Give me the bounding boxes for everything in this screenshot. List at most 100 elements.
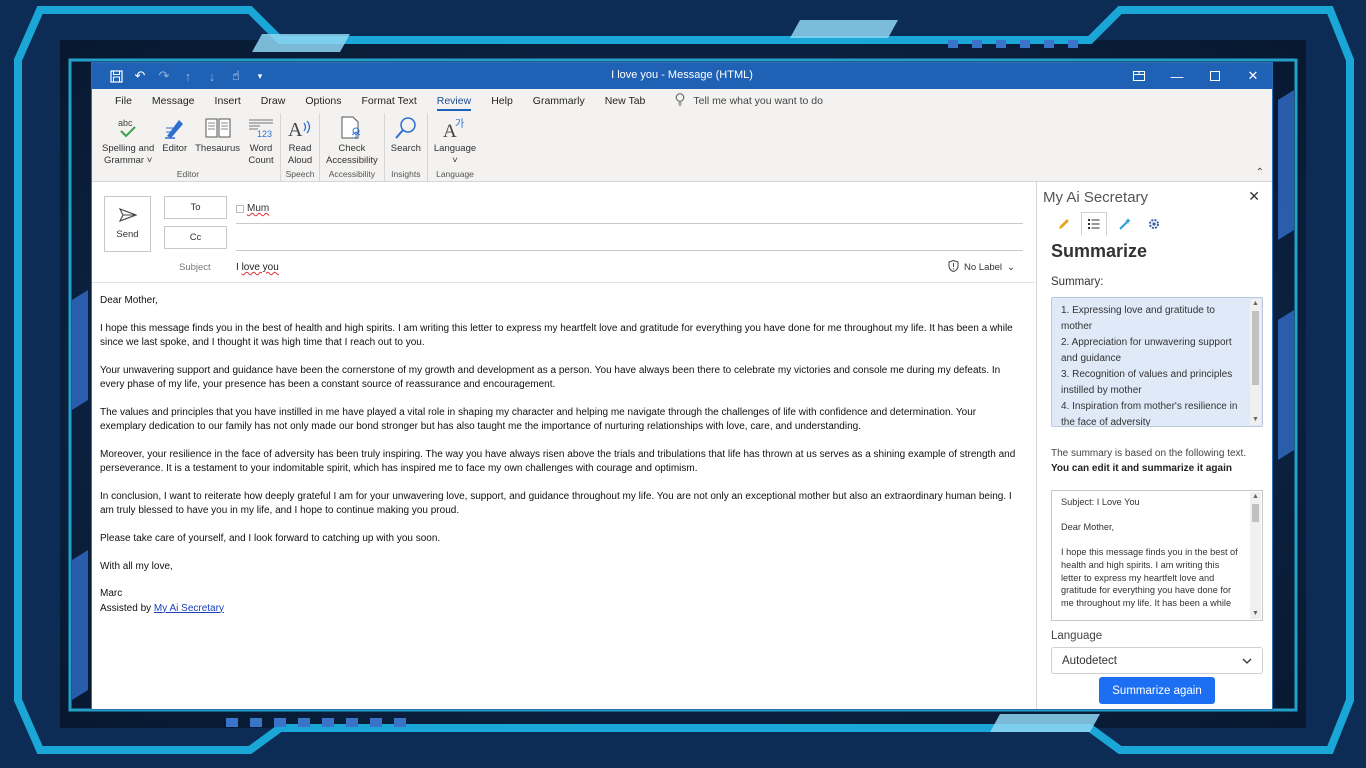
scroll-down-icon[interactable]: ▼ [1250, 609, 1261, 619]
tab-grammarly[interactable]: Grammarly [523, 89, 595, 113]
lightbulb-icon [675, 93, 685, 109]
ribbon-group-insights: Search Insights [385, 113, 428, 181]
ribbon-group-language: A가 Language ˅ Language [428, 113, 482, 181]
tab-options[interactable]: Options [295, 89, 351, 113]
spelling-grammar-button[interactable]: abc Spelling and Grammar ˅ [98, 113, 158, 168]
pane-close-icon[interactable]: ✕ [1248, 188, 1260, 205]
list-icon[interactable] [1081, 212, 1107, 236]
svg-text:가: 가 [455, 118, 464, 130]
tab-message[interactable]: Message [142, 89, 205, 113]
sensitivity-label-dropdown[interactable]: No Label ⌄ [948, 259, 1015, 275]
down-arrow-icon[interactable]: ↓ [202, 66, 222, 86]
search-icon [393, 115, 419, 141]
search-button[interactable]: Search [387, 113, 425, 168]
undo-icon[interactable]: ↶ [130, 66, 150, 86]
quick-access-toolbar: ↶ ↷ ↑ ↓ ☝ ▾ [92, 63, 270, 89]
summary-note: The summary is based on the following te… [1051, 447, 1263, 476]
assisted-by-text: Assisted by [100, 602, 154, 614]
language-select[interactable]: Autodetect [1051, 647, 1263, 674]
summary-textarea[interactable]: 1. Expressing love and gratitude to moth… [1051, 297, 1263, 427]
scroll-thumb[interactable] [1252, 311, 1259, 385]
touch-mode-icon[interactable]: ☝ [226, 66, 246, 86]
subject-label: Subject [179, 262, 211, 273]
send-button[interactable]: Send [104, 196, 151, 252]
summary-label: Summary: [1051, 276, 1104, 288]
ribbon-group-label-editor: Editor [176, 169, 200, 179]
tell-me-box[interactable]: Tell me what you want to do [675, 93, 823, 109]
word-count-icon: 123 [248, 115, 274, 141]
maximize-icon[interactable] [1196, 63, 1234, 89]
ribbon-group-accessibility: Check Accessibility Accessibility [320, 113, 385, 181]
ribbon-group-label-speech: Speech [285, 169, 315, 179]
source-text-textarea[interactable]: Subject: I Love You Dear Mother, I hope … [1051, 490, 1263, 621]
settings-gear-icon[interactable] [1141, 212, 1167, 236]
check-accessibility-icon [339, 115, 365, 141]
scroll-up-icon[interactable]: ▲ [1250, 492, 1261, 502]
up-arrow-icon[interactable]: ↑ [178, 66, 198, 86]
recipient-checkbox [236, 204, 244, 213]
check-accessibility-button[interactable]: Check Accessibility [322, 113, 382, 168]
tab-new-tab[interactable]: New Tab [595, 89, 656, 113]
note-text: The summary is based on the following te… [1051, 448, 1247, 459]
tab-format-text[interactable]: Format Text [352, 89, 427, 113]
ribbon-group-speech: A Read Aloud Speech [281, 113, 321, 181]
save-icon[interactable] [106, 66, 126, 86]
ribbon-display-icon[interactable] [1120, 63, 1158, 89]
body-signature: Marc [100, 588, 123, 600]
send-icon [118, 207, 138, 225]
summarize-again-button[interactable]: Summarize again [1099, 677, 1215, 704]
magic-wand-icon[interactable] [1111, 212, 1137, 236]
to-button[interactable]: To [164, 196, 227, 219]
message-body[interactable]: Dear Mother, I hope this message finds y… [100, 294, 1021, 616]
body-paragraph-4: Moreover, your resilience in the face of… [100, 448, 1016, 474]
tab-draw[interactable]: Draw [251, 89, 296, 113]
cc-button[interactable]: Cc [164, 226, 227, 249]
redo-icon[interactable]: ↷ [154, 66, 174, 86]
subject-field[interactable]: I love you [236, 262, 279, 273]
editor-button[interactable]: Editor [158, 113, 191, 168]
language-label: Language [433, 143, 477, 154]
collapse-ribbon-icon[interactable]: ⌃ [1256, 167, 1264, 178]
summary-scrollbar[interactable]: ▲ ▼ [1250, 299, 1261, 425]
pane-heading: Summarize [1051, 241, 1148, 261]
tab-help[interactable]: Help [481, 89, 523, 113]
body-paragraph-1: I hope this message finds you in the bes… [100, 322, 1013, 348]
body-paragraph-5: In conclusion, I want to reiterate how d… [100, 490, 1012, 516]
customize-qat-icon[interactable]: ▾ [250, 66, 270, 86]
body-paragraph-2: Your unwavering support and guidance hav… [100, 364, 1001, 390]
tab-insert[interactable]: Insert [205, 89, 251, 113]
pencil-icon[interactable] [1051, 212, 1077, 236]
language-dropdown-caret: ˅ [452, 154, 458, 166]
compose-area: Send To Cc Mum Subject I love you No Lab… [92, 182, 1035, 709]
tab-file[interactable]: File [105, 89, 142, 113]
tab-review[interactable]: Review [427, 89, 481, 113]
scroll-thumb[interactable] [1252, 504, 1259, 522]
thesaurus-button[interactable]: Thesaurus [191, 113, 244, 168]
cc-field[interactable] [236, 250, 1023, 251]
grammar-label: Grammar ˅ [103, 154, 153, 166]
pane-title: My Ai Secretary [1043, 189, 1149, 206]
read-aloud-button[interactable]: A Read Aloud [283, 113, 317, 168]
pane-toolbar [1051, 212, 1167, 236]
scroll-up-icon[interactable]: ▲ [1250, 299, 1261, 309]
close-icon[interactable]: ✕ [1234, 63, 1272, 89]
to-recipient[interactable]: Mum [236, 203, 269, 214]
sensitivity-value: No Label [964, 262, 1003, 273]
search-label: Search [390, 143, 421, 154]
summary-item-2: 2. Appreciation for unwavering support a… [1061, 337, 1232, 364]
svg-text:123: 123 [257, 129, 272, 139]
to-field[interactable] [236, 223, 1023, 224]
word-count-button[interactable]: 123 Word Count [244, 113, 278, 168]
my-ai-secretary-link[interactable]: My Ai Secretary [154, 603, 224, 614]
body-greeting: Dear Mother, [100, 295, 158, 306]
scroll-down-icon[interactable]: ▼ [1250, 415, 1261, 425]
source-scrollbar[interactable]: ▲ ▼ [1250, 492, 1261, 619]
language-button[interactable]: A가 Language ˅ [430, 113, 480, 168]
svg-text:abc: abc [118, 118, 133, 128]
summary-item-3: 3. Recognition of values and principles … [1061, 369, 1233, 396]
spelling-label: Spelling and [102, 143, 155, 154]
thesaurus-icon [205, 115, 231, 141]
count-label: Count [248, 154, 274, 166]
minimize-icon[interactable]: — [1158, 63, 1196, 89]
ai-secretary-pane: My Ai Secretary ✕ Summarize Summary: 1. … [1036, 182, 1272, 709]
